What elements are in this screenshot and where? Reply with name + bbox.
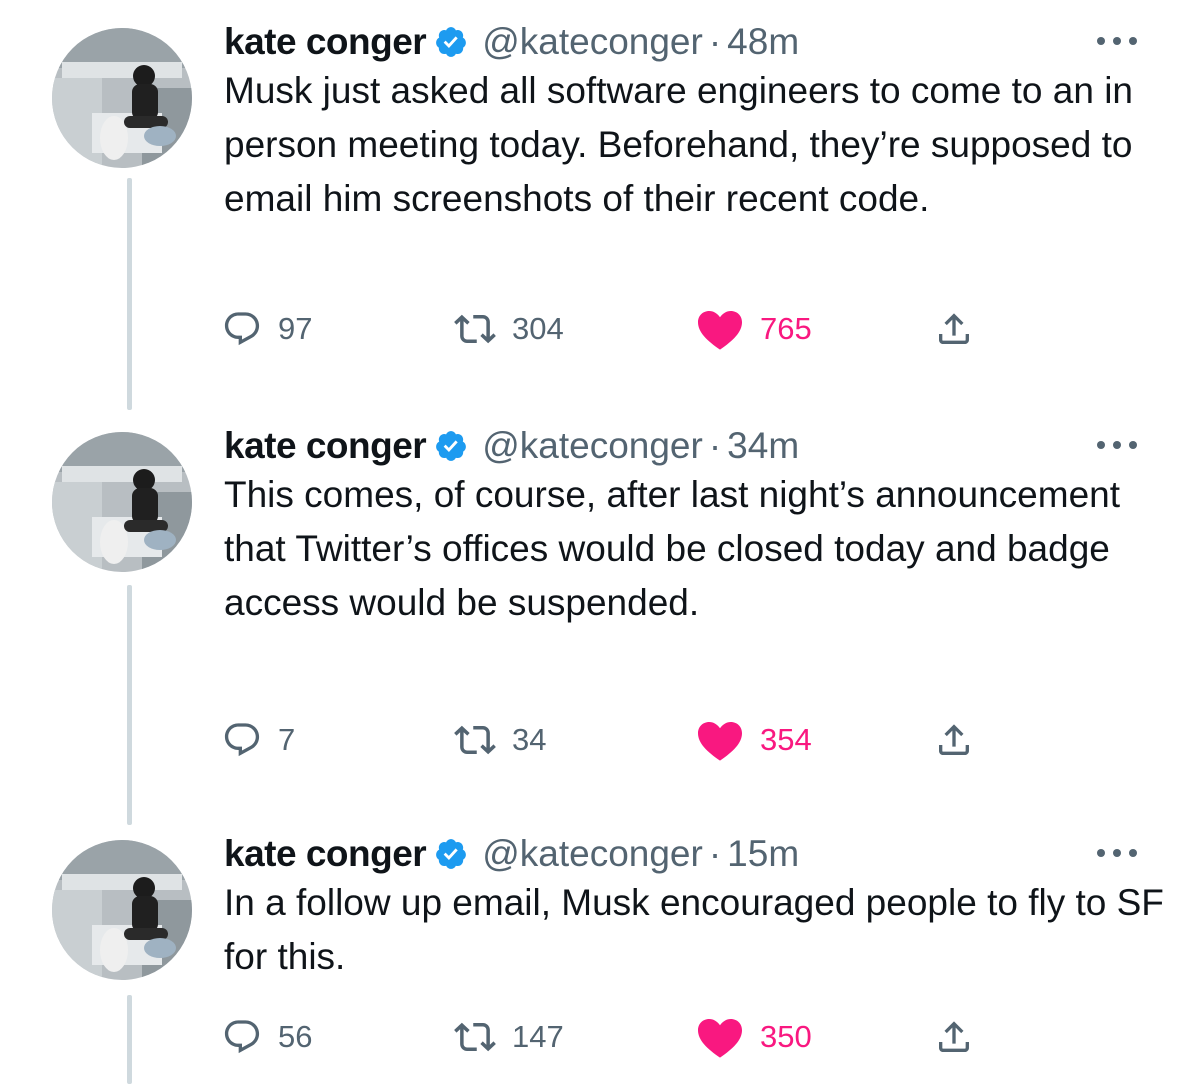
reply-icon xyxy=(224,312,260,346)
reply-icon xyxy=(224,1020,260,1054)
tweet-text: Musk just asked all software engineers t… xyxy=(224,70,1134,219)
reply-button[interactable]: 7 xyxy=(222,715,295,765)
avatar[interactable] xyxy=(52,840,192,980)
handle[interactable]: @kateconger xyxy=(482,425,703,467)
heart-icon xyxy=(698,1019,742,1058)
tweet-actions: 7 34 354 xyxy=(222,715,982,765)
verified-badge-icon xyxy=(434,25,468,59)
timestamp[interactable]: 34m xyxy=(727,425,799,467)
reply-button[interactable]: 97 xyxy=(222,304,312,354)
share-icon xyxy=(939,313,969,344)
display-name[interactable]: kate conger xyxy=(224,425,427,467)
verified-badge-icon xyxy=(434,429,468,463)
tweet-thread: kate conger @kateconger · 48m Musk just … xyxy=(0,0,1200,1084)
more-options-icon[interactable] xyxy=(1093,846,1141,860)
more-options-icon[interactable] xyxy=(1093,438,1141,452)
avatar[interactable] xyxy=(52,28,192,168)
share-icon xyxy=(939,724,969,755)
like-count: 354 xyxy=(760,722,812,757)
retweet-icon xyxy=(454,725,496,755)
share-button[interactable] xyxy=(934,304,974,354)
heart-icon xyxy=(698,722,742,761)
retweet-icon xyxy=(454,314,496,344)
tweet-header: kate conger @kateconger · 15m xyxy=(224,828,799,880)
reply-icon xyxy=(224,723,260,757)
thread-connector-line xyxy=(127,585,132,825)
tweet-header: kate conger @kateconger · 34m xyxy=(224,420,799,472)
like-button[interactable]: 765 xyxy=(696,304,812,354)
like-count: 765 xyxy=(760,311,812,346)
reply-button[interactable]: 56 xyxy=(222,1012,312,1062)
tweet-header: kate conger @kateconger · 48m xyxy=(224,16,799,68)
retweet-button[interactable]: 34 xyxy=(454,715,546,765)
thread-connector-line xyxy=(127,995,132,1084)
handle[interactable]: @kateconger xyxy=(482,833,703,875)
avatar[interactable] xyxy=(52,432,192,572)
share-icon xyxy=(939,1021,969,1052)
tweet-text: This comes, of course, after last night’… xyxy=(224,474,1121,623)
thread-connector-line xyxy=(127,178,132,410)
reply-count: 56 xyxy=(278,1019,313,1054)
handle[interactable]: @kateconger xyxy=(482,21,703,63)
display-name[interactable]: kate conger xyxy=(224,21,427,63)
timestamp[interactable]: 48m xyxy=(727,21,799,63)
separator-dot: · xyxy=(708,21,722,62)
retweet-count: 34 xyxy=(512,722,547,757)
retweet-button[interactable]: 304 xyxy=(454,304,564,354)
tweet-actions: 56 147 350 xyxy=(222,1012,982,1062)
retweet-count: 147 xyxy=(512,1019,564,1054)
like-button[interactable]: 354 xyxy=(696,715,812,765)
retweet-button[interactable]: 147 xyxy=(454,1012,564,1062)
separator-dot: · xyxy=(708,833,722,874)
retweet-icon xyxy=(454,1022,496,1052)
heart-icon xyxy=(698,311,742,350)
share-button[interactable] xyxy=(934,1012,974,1062)
reply-count: 97 xyxy=(278,311,313,346)
verified-badge-icon xyxy=(434,837,468,871)
like-button[interactable]: 350 xyxy=(696,1012,812,1062)
timestamp[interactable]: 15m xyxy=(727,833,799,875)
more-options-icon[interactable] xyxy=(1093,34,1141,48)
tweet-text: In a follow up email, Musk encouraged pe… xyxy=(224,882,1164,977)
separator-dot: · xyxy=(708,425,722,466)
display-name[interactable]: kate conger xyxy=(224,833,427,875)
reply-count: 7 xyxy=(278,722,296,757)
retweet-count: 304 xyxy=(512,311,564,346)
tweet-actions: 97 304 765 xyxy=(222,304,982,354)
share-button[interactable] xyxy=(934,715,974,765)
like-count: 350 xyxy=(760,1019,812,1054)
